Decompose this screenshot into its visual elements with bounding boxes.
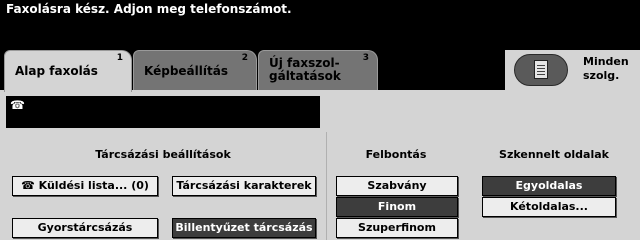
resolution-standard-button[interactable]: Szabvány [336,176,458,196]
send-list-label: Küldési lista... (0) [38,179,149,192]
status-message: Faxolásra kész. Adjon meg telefonszámot. [6,2,292,16]
all-services-button[interactable] [514,54,568,86]
tab-new-fax-services[interactable]: Új faxszol- gáltatások 3 [258,50,378,90]
phone-icon: ☎ [21,179,35,192]
main-panel: ☎ Tárcsázási beállítások ☎ Küldési lista… [0,90,640,240]
fax-number-field[interactable]: ☎ [6,96,320,128]
tab-number: 2 [241,53,248,63]
keyboard-dial-button[interactable]: Billentyűzet tárcsázás [172,218,316,238]
tab-number: 1 [116,53,123,63]
clipboard-icon [534,60,548,79]
resolution-title: Felbontás [365,148,427,161]
send-list-button[interactable]: ☎ Küldési lista... (0) [12,176,158,196]
tab-label-line1: Új faxszol- [269,56,340,70]
dialing-options-title: Tárcsázási beállítások [95,148,231,161]
dial-characters-button[interactable]: Tárcsázási karakterek [172,176,316,196]
tab-label: Új faxszol- gáltatások [269,57,341,83]
resolution-superfine-button[interactable]: Szuperfinom [336,218,458,238]
all-services-label: Minden szolg. [583,55,629,83]
services-label-line1: Minden [583,55,629,68]
tab-number: 3 [362,53,369,63]
tab-label: Alap faxolás [15,64,98,78]
scanned-sides-title: Szkennelt oldalak [499,148,609,161]
tab-image-settings[interactable]: Képbeállítás 2 [133,50,257,90]
services-label-line2: szolg. [583,69,620,82]
tab-label: Képbeállítás [144,64,228,78]
two-sided-button[interactable]: Kétoldalas... [482,197,616,217]
phone-icon: ☎ [10,98,25,112]
one-sided-button[interactable]: Egyoldalas [482,176,616,196]
speed-dial-button[interactable]: Gyorstárcsázás [12,218,158,238]
tab-label-line2: gáltatások [269,69,341,83]
tab-basic-fax[interactable]: Alap faxolás 1 [4,50,132,92]
divider [326,132,327,240]
resolution-fine-button[interactable]: Finom [336,197,458,217]
